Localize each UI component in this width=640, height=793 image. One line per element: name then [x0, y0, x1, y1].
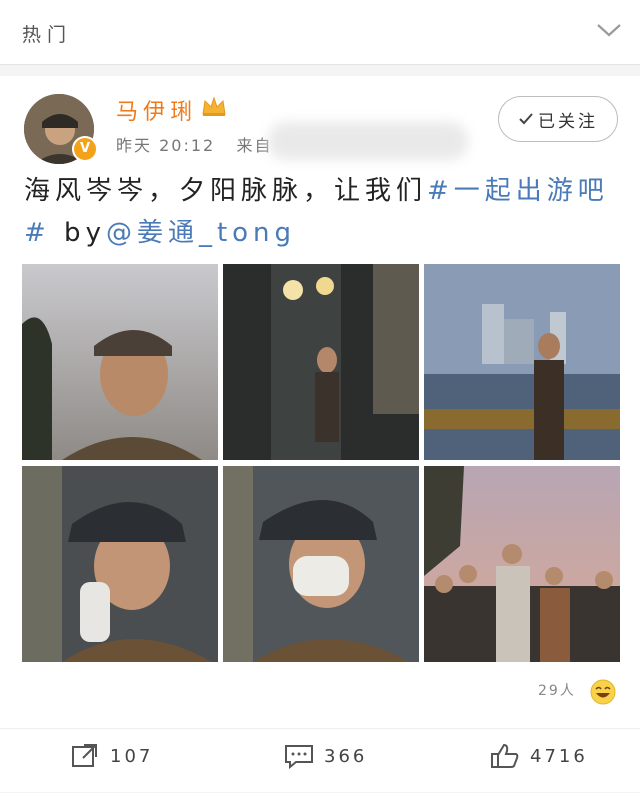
repost-icon [72, 744, 97, 767]
chevron-down-icon[interactable] [596, 20, 622, 40]
post-card: V 马伊琍 昨天 20:12 来自 已关注 海风岑岑，夕阳脉脉，让我们#一起出游… [0, 76, 640, 792]
action-bar: 107 366 4716 [0, 728, 640, 793]
repost-button[interactable]: 107 [70, 743, 153, 769]
follow-button[interactable]: 已关注 [498, 96, 618, 142]
thumbs-up-icon [491, 743, 519, 768]
crown-icon [202, 96, 226, 116]
top-bar: 热门 [0, 0, 640, 65]
post-time: 昨天 20:12 [116, 136, 216, 155]
post-text-body: 海风岑岑，夕阳脉脉，让我们 [24, 176, 428, 206]
mention-link[interactable]: @姜通_tong [106, 218, 296, 248]
username[interactable]: 马伊琍 [116, 94, 197, 126]
by-label: by [50, 218, 106, 248]
section-title: 热门 [22, 24, 73, 46]
comment-icon [285, 745, 313, 769]
smile-emoji-icon [590, 679, 616, 705]
photo-3[interactable] [424, 264, 620, 460]
photo-5[interactable] [223, 466, 419, 662]
like-count: 4716 [530, 745, 588, 767]
photo-4[interactable] [22, 466, 218, 662]
verified-badge-icon: V [72, 136, 98, 162]
check-icon [519, 113, 533, 125]
liked-count[interactable]: 29人 [538, 680, 576, 700]
comment-button[interactable]: 366 [284, 743, 367, 769]
photo-2[interactable] [223, 264, 419, 460]
post-meta: 昨天 20:12 来自 [116, 132, 273, 156]
photo-6[interactable] [424, 466, 620, 662]
like-button[interactable]: 4716 [490, 743, 588, 769]
blurred-source [268, 122, 468, 160]
follow-label: 已关注 [538, 111, 598, 132]
comment-count: 366 [324, 745, 368, 767]
post-text: 海风岑岑，夕阳脉脉，让我们#一起出游吧# by@姜通_tong [24, 170, 616, 254]
repost-count: 107 [110, 745, 154, 767]
photo-1[interactable] [22, 264, 218, 460]
